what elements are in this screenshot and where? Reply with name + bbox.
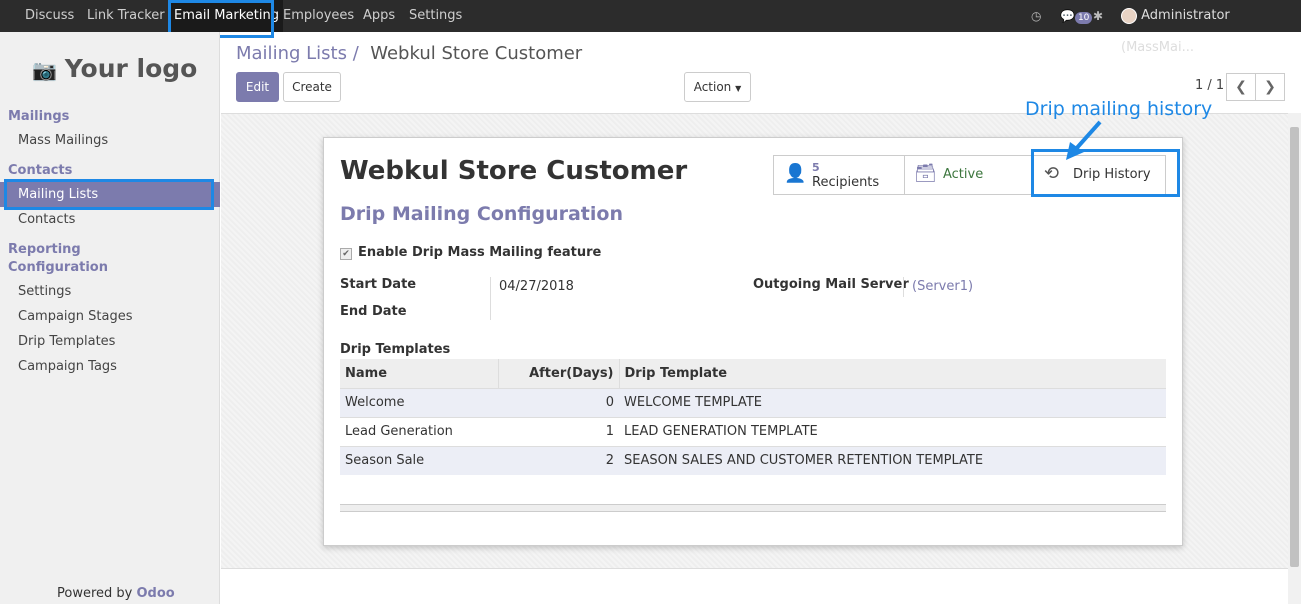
avatar	[1121, 7, 1137, 24]
powered-by: Powered by Odoo	[57, 586, 175, 601]
sidebar-item-settings[interactable]: Settings	[18, 284, 71, 299]
enable-drip-label: Enable Drip Mass Mailing feature	[358, 245, 602, 260]
end-date-label: End Date	[340, 304, 407, 319]
section-title: Drip Mailing Configuration	[340, 203, 623, 225]
table-footer	[340, 504, 1166, 512]
start-date-label: Start Date	[340, 277, 417, 292]
recipients-button[interactable]: 👤 5 Recipients	[773, 155, 905, 195]
menu-apps[interactable]: Apps	[363, 0, 395, 32]
debug-bug-icon[interactable]: ✱	[1093, 0, 1103, 32]
row-template: LEAD GENERATION TEMPLATE	[619, 416, 1166, 446]
sidebar-item-mass-mailings[interactable]: Mass Mailings	[18, 133, 108, 148]
drip-history-label: Drip History	[1073, 167, 1151, 182]
action-label: Action	[693, 80, 732, 94]
sidebar-section-configuration[interactable]: Configuration	[8, 260, 108, 275]
user-icon: 👤	[784, 163, 807, 184]
check-icon: ✔	[342, 249, 350, 259]
menu-employees[interactable]: Employees	[283, 0, 354, 32]
sidebar-item-drip-templates[interactable]: Drip Templates	[18, 334, 115, 349]
callout-text: Drip mailing history	[1025, 98, 1213, 120]
recipients-count: 5	[812, 161, 820, 174]
scrollbar-thumb[interactable]	[1290, 127, 1299, 567]
enable-drip-checkbox[interactable]: ✔	[340, 248, 352, 260]
menu-settings[interactable]: Settings	[409, 0, 462, 32]
table-row[interactable]: Welcome 0 WELCOME TEMPLATE	[340, 387, 1166, 417]
sidebar-section-reporting[interactable]: Reporting	[8, 242, 81, 257]
breadcrumb-separator: /	[352, 43, 359, 64]
logo-text: Your logo	[64, 54, 198, 83]
row-after-days: 2	[498, 445, 619, 475]
message-count-badge: 10	[1074, 12, 1093, 24]
table-row[interactable]: Lead Generation 1 LEAD GENERATION TEMPLA…	[340, 416, 1166, 446]
column-header-name[interactable]: Name	[340, 359, 499, 388]
column-header-after-days[interactable]: After(Days)	[498, 359, 620, 388]
sidebar-item-mailing-lists[interactable]: Mailing Lists	[18, 187, 98, 202]
callout-arrow-icon	[1066, 120, 1102, 160]
messaging-icon[interactable]: 💬 10	[1060, 0, 1093, 32]
row-name: Welcome	[340, 387, 498, 417]
chevron-left-icon: ❮	[1235, 79, 1247, 95]
row-after-days: 1	[498, 416, 619, 446]
caret-down-icon: ▼	[735, 84, 742, 93]
sidebar-item-campaign-stages[interactable]: Campaign Stages	[18, 309, 133, 324]
field-divider	[903, 277, 904, 297]
chevron-right-icon: ❯	[1264, 79, 1276, 95]
row-name: Season Sale	[340, 445, 498, 475]
pager-value: 1 / 1	[1195, 78, 1225, 93]
breadcrumb-parent[interactable]: Mailing Lists	[236, 43, 347, 64]
clock-icon[interactable]: ◷	[1031, 0, 1041, 32]
row-after-days: 0	[498, 387, 619, 417]
user-menu[interactable]: Administrator (MassMai...	[1121, 0, 1301, 55]
drip-templates-label: Drip Templates	[340, 342, 451, 357]
active-label: Active	[943, 167, 984, 182]
user-name: Administrator (MassMai...	[1121, 8, 1230, 55]
powered-by-text: Powered by	[57, 586, 133, 601]
form-sheet	[323, 137, 1183, 546]
pager-next-button[interactable]: ❯	[1255, 73, 1285, 101]
pager-previous-button[interactable]: ❮	[1226, 73, 1256, 101]
sidebar-item-campaign-tags[interactable]: Campaign Tags	[18, 359, 117, 374]
recipients-label: Recipients	[812, 175, 880, 190]
archive-icon: 🗃	[914, 163, 937, 184]
field-divider	[490, 277, 491, 320]
top-navbar: Discuss Link Tracker Email Marketing Emp…	[0, 0, 1301, 55]
outgoing-server-link[interactable]: (Server1)	[912, 279, 973, 294]
edit-button[interactable]: Edit	[236, 72, 279, 102]
sidebar-section-mailings[interactable]: Mailings	[8, 109, 69, 124]
table-row[interactable]: Season Sale 2 SEASON SALES AND CUSTOMER …	[340, 445, 1166, 475]
row-template: WELCOME TEMPLATE	[619, 387, 1166, 417]
create-button[interactable]: Create	[283, 72, 341, 102]
odoo-link[interactable]: Odoo	[137, 586, 175, 601]
scrollbar[interactable]	[1288, 113, 1301, 604]
record-title: Webkul Store Customer	[340, 156, 688, 186]
menu-email-marketing[interactable]: Email Marketing	[170, 0, 283, 32]
action-dropdown[interactable]: Action ▼	[684, 72, 751, 102]
active-toggle-button[interactable]: 🗃 Active	[904, 155, 1034, 195]
camera-icon: 📷	[32, 58, 57, 82]
column-header-drip-template[interactable]: Drip Template	[619, 359, 1166, 388]
menu-link-tracker[interactable]: Link Tracker	[87, 0, 165, 32]
breadcrumb-current: Webkul Store Customer	[370, 43, 583, 64]
menu-discuss[interactable]: Discuss	[25, 0, 74, 32]
drip-templates-table: Name After(Days) Drip Template Welcome 0…	[340, 359, 1166, 475]
sidebar-section-contacts[interactable]: Contacts	[8, 163, 72, 178]
row-name: Lead Generation	[340, 416, 498, 446]
history-icon: ⟲	[1044, 163, 1060, 184]
outgoing-server-label: Outgoing Mail Server	[753, 277, 909, 292]
breadcrumb: Mailing Lists / Webkul Store Customer	[236, 43, 582, 64]
company-logo[interactable]: 📷 Your logo	[32, 54, 197, 83]
start-date-value[interactable]: 04/27/2018	[499, 279, 574, 294]
row-template: SEASON SALES AND CUSTOMER RETENTION TEMP…	[619, 445, 1166, 475]
sidebar-item-contacts[interactable]: Contacts	[18, 212, 75, 227]
